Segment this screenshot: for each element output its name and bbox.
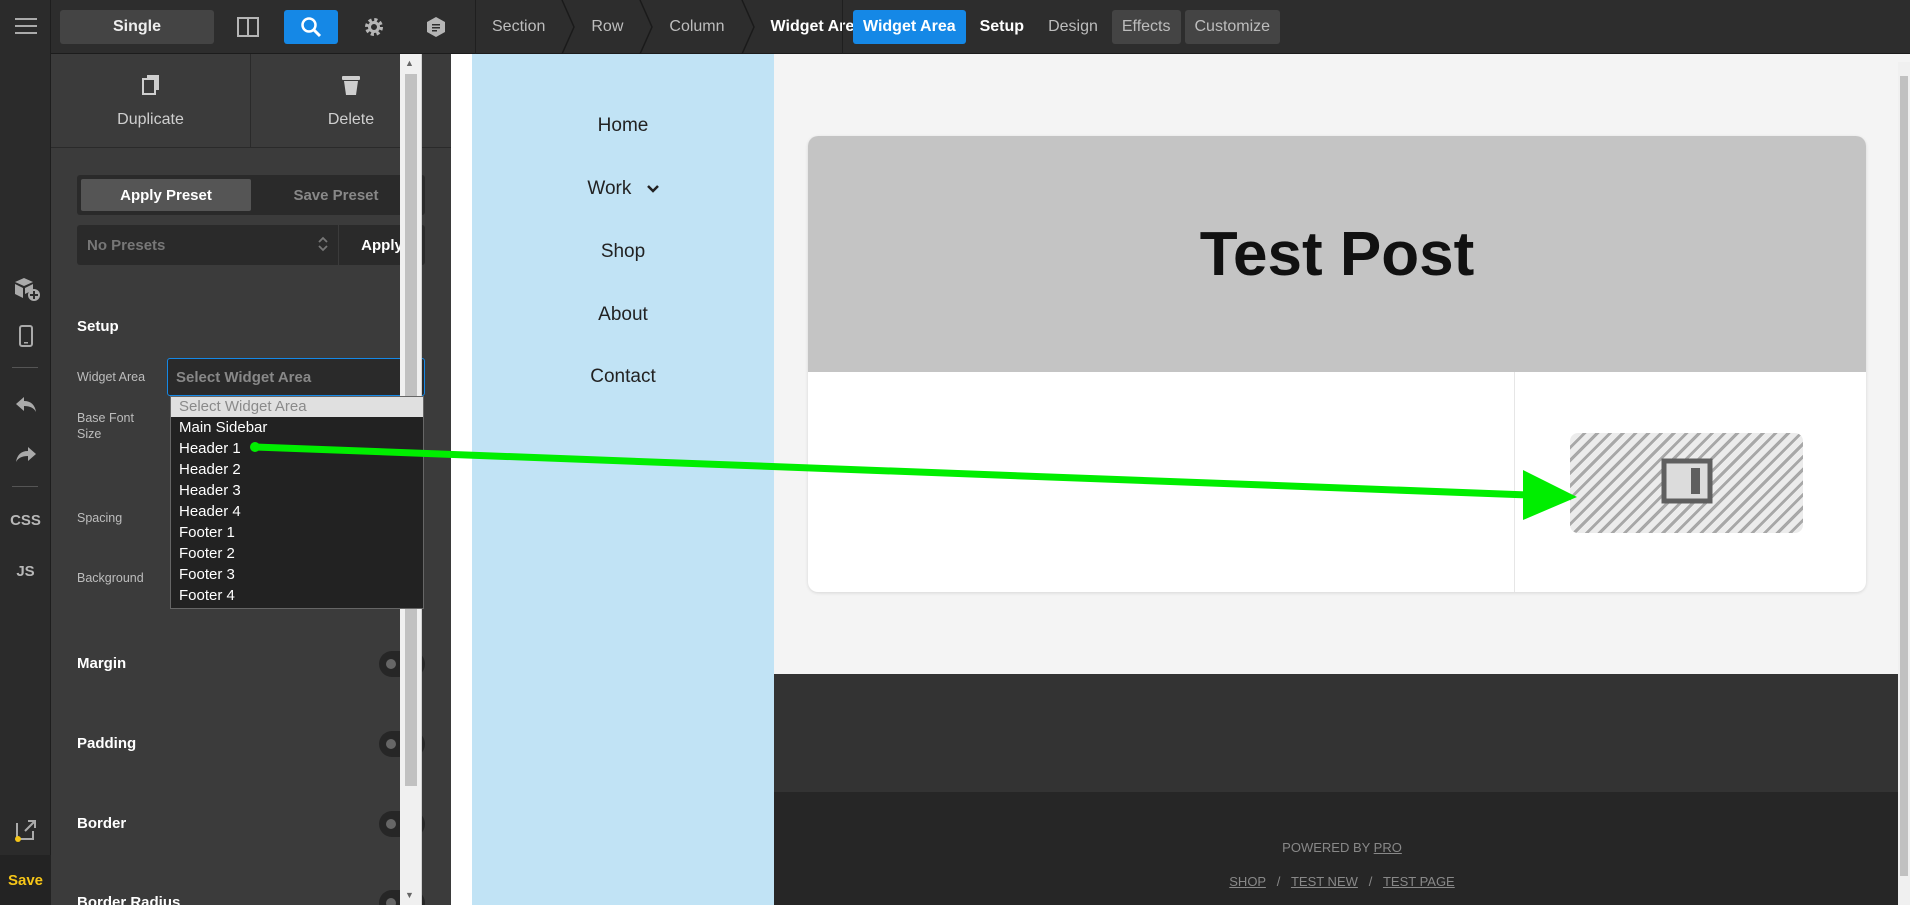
- undo-icon[interactable]: [0, 388, 51, 420]
- preset-select[interactable]: No Presets: [77, 225, 339, 265]
- dropdown-option[interactable]: Header 3: [171, 480, 423, 501]
- dropdown-option[interactable]: Footer 2: [171, 543, 423, 564]
- powered-by: POWERED BY PRO: [1282, 840, 1402, 855]
- padding-row: Padding: [77, 731, 425, 757]
- js-editor-button[interactable]: JS: [0, 559, 51, 583]
- css-editor-button[interactable]: CSS: [0, 508, 51, 532]
- border-row: Border: [77, 811, 425, 837]
- scroll-down-icon[interactable]: ▼: [405, 890, 414, 900]
- widget-area-select[interactable]: Select Widget Area: [167, 358, 425, 396]
- spacing-label: Spacing: [77, 511, 123, 525]
- top-bar: Single Section Row Column Widget Area Wi…: [51, 0, 1910, 54]
- nav-item-contact[interactable]: Contact: [472, 366, 774, 388]
- tab-effects[interactable]: Effects: [1111, 10, 1181, 44]
- widget-area-icon: [1661, 458, 1713, 509]
- dropdown-option[interactable]: Footer 3: [171, 564, 423, 585]
- duplicate-button[interactable]: Duplicate: [51, 54, 251, 148]
- widget-area-label: Widget Area: [77, 370, 146, 384]
- post-card: Test Post: [808, 136, 1866, 592]
- dropdown-option[interactable]: Main Sidebar: [171, 417, 423, 438]
- scroll-up-icon[interactable]: ▲: [405, 58, 414, 68]
- gear-icon[interactable]: [347, 10, 401, 44]
- inspector-tabs: Widget Area Setup Design Effects Customi…: [842, 0, 1284, 54]
- left-rail: CSS JS Save: [0, 0, 51, 905]
- inspector-panel: Duplicate Delete Apply Preset Save Prese…: [51, 54, 451, 905]
- preview-scrollbar[interactable]: [1898, 62, 1910, 905]
- wordpress-icon[interactable]: [409, 10, 463, 44]
- dropdown-option[interactable]: Select Widget Area: [171, 397, 423, 417]
- nav-item-about[interactable]: About: [472, 304, 774, 326]
- tab-setup[interactable]: Setup: [970, 10, 1034, 44]
- border-radius-row: Border Radius: [77, 890, 425, 905]
- mode-selector[interactable]: Single: [60, 10, 214, 44]
- save-preset-tab[interactable]: Save Preset: [251, 179, 421, 211]
- dropdown-option[interactable]: Footer 4: [171, 585, 423, 606]
- layout-icon[interactable]: [221, 10, 275, 44]
- site-preview: Home Work Shop About Contact Test Post P…: [472, 54, 1910, 905]
- mobile-preview-icon[interactable]: [0, 320, 51, 352]
- site-footer: POWERED BY PRO SHOP / TEST NEW / TEST PA…: [774, 792, 1910, 905]
- footer-links: SHOP / TEST NEW / TEST PAGE: [1229, 874, 1455, 889]
- breadcrumb: Section Row Column Widget Area: [475, 0, 879, 54]
- nav-item-shop[interactable]: Shop: [472, 241, 774, 263]
- duplicate-icon: [141, 74, 161, 101]
- chevron-updown-icon: [318, 236, 328, 256]
- widget-area-placeholder[interactable]: [1570, 433, 1803, 533]
- footer-widget-area: [774, 674, 1910, 792]
- widget-area-dropdown: Select Widget Area Main Sidebar Header 1…: [170, 396, 424, 609]
- setup-heading: Setup: [77, 318, 119, 335]
- breadcrumb-section[interactable]: Section: [476, 0, 576, 54]
- breadcrumb-column[interactable]: Column: [653, 0, 755, 54]
- footer-link-test-page[interactable]: TEST PAGE: [1383, 874, 1455, 889]
- background-label: Background: [77, 571, 144, 585]
- hamburger-menu-icon[interactable]: [0, 10, 51, 42]
- scrollbar-thumb[interactable]: [1900, 76, 1908, 876]
- nav-item-home[interactable]: Home: [472, 115, 774, 137]
- element-actions: Duplicate Delete: [51, 54, 451, 148]
- breadcrumb-row[interactable]: Row: [575, 0, 654, 54]
- apply-preset-tab[interactable]: Apply Preset: [81, 179, 251, 211]
- dropdown-option[interactable]: Header 2: [171, 459, 423, 480]
- dropdown-option[interactable]: Header 1: [171, 438, 423, 459]
- tab-design[interactable]: Design: [1038, 10, 1108, 44]
- add-element-icon[interactable]: [0, 272, 51, 304]
- search-icon[interactable]: [284, 10, 338, 44]
- footer-link-test-new[interactable]: TEST NEW: [1291, 874, 1358, 889]
- dropdown-option[interactable]: Footer 1: [171, 522, 423, 543]
- tab-widget-area[interactable]: Widget Area: [853, 10, 966, 44]
- trash-icon: [341, 74, 361, 101]
- nav-item-work[interactable]: Work: [472, 178, 774, 200]
- chevron-down-icon: [646, 178, 659, 200]
- base-font-size-label: Base Font Size: [77, 411, 134, 441]
- dropdown-option[interactable]: Header 4: [171, 501, 423, 522]
- margin-row: Margin: [77, 651, 425, 677]
- footer-link-shop[interactable]: SHOP: [1229, 874, 1266, 889]
- site-nav: Home Work Shop About Contact: [472, 54, 774, 905]
- preset-row: No Presets Apply: [77, 225, 425, 265]
- exit-external-icon[interactable]: [0, 814, 51, 846]
- powered-by-link[interactable]: PRO: [1374, 840, 1402, 855]
- tab-customize[interactable]: Customize: [1184, 10, 1281, 44]
- post-title: Test Post: [808, 136, 1866, 372]
- preset-mode-toggle: Apply Preset Save Preset: [77, 175, 425, 215]
- save-button[interactable]: Save: [0, 855, 51, 905]
- redo-icon[interactable]: [0, 438, 51, 470]
